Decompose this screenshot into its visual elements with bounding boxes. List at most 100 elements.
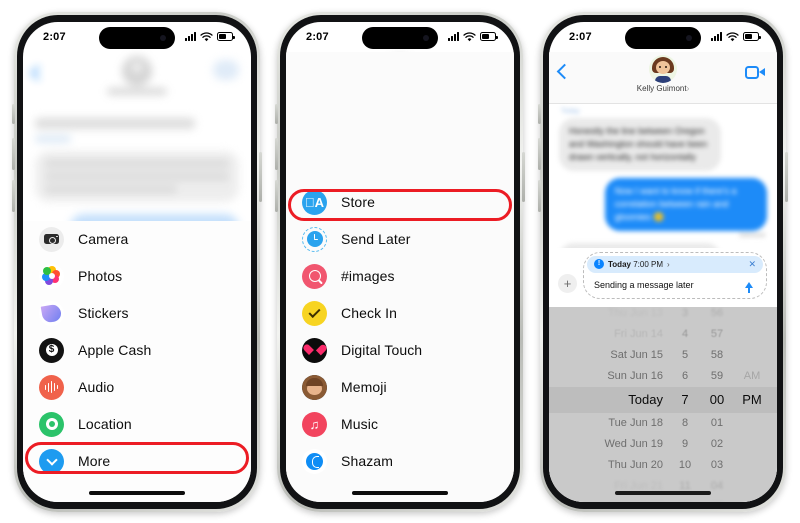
- silent-switch[interactable]: [12, 103, 15, 124]
- chevron-right-icon: ›: [686, 83, 690, 93]
- plus-icon[interactable]: +: [558, 273, 577, 293]
- status-indicators: [185, 31, 235, 42]
- picker-row[interactable]: Sat Jun 15 5 58: [549, 345, 777, 366]
- music-note-icon: ♫: [302, 411, 327, 437]
- power-button[interactable]: [522, 151, 525, 202]
- compose-input-row[interactable]: Sending a message later: [587, 273, 763, 295]
- menu-item-check-in[interactable]: Check In: [286, 295, 514, 332]
- status-indicators: [711, 31, 761, 42]
- menu-item-location[interactable]: Location: [23, 406, 251, 443]
- picker-row[interactable]: Wed Jun 19 9 02: [549, 434, 777, 455]
- menu-item-audio[interactable]: Audio: [23, 369, 251, 406]
- volume-down-button[interactable]: [12, 179, 15, 212]
- avatar[interactable]: [649, 54, 677, 83]
- menu-item-send-later[interactable]: Send Later: [286, 221, 514, 258]
- compose-input[interactable]: Sending a message later: [594, 280, 694, 290]
- status-bar: 2:07: [549, 22, 777, 52]
- compose-field[interactable]: Today 7:00 PM › ✕ Sending a message late…: [583, 251, 767, 299]
- picker-hour: 10: [678, 459, 692, 471]
- dynamic-island: [99, 26, 175, 49]
- picker-hour: 5: [681, 349, 689, 361]
- menu-item-digital-touch[interactable]: Digital Touch: [286, 332, 514, 369]
- phone-1-bezel: 2:07 Camera Photos Stickers $ Apple Cash…: [17, 14, 257, 509]
- message-bubble-incoming[interactable]: Honestly the line between Oregon and Was…: [559, 117, 722, 171]
- send-later-clock-icon: [302, 226, 327, 252]
- silent-switch[interactable]: [538, 103, 541, 124]
- phone-2-bezel: 2:07 A Store Send Later #images Check In…: [280, 14, 520, 509]
- menu-item-more[interactable]: More: [23, 443, 251, 480]
- stickers-icon: [39, 300, 64, 326]
- picker-row[interactable]: Sun Jun 16 6 59 AM: [549, 366, 777, 387]
- menu-item-memoji[interactable]: Memoji: [286, 369, 514, 406]
- phone-2-screen: 2:07 A Store Send Later #images Check In…: [286, 21, 514, 502]
- contact-name[interactable]: Kelly Guimont›: [637, 84, 689, 93]
- back-chevron-icon[interactable]: [556, 63, 573, 79]
- front-camera-icon: [160, 34, 166, 41]
- send-later-time: 7:00 PM: [633, 259, 663, 269]
- read-receipt: Delivered: [739, 232, 765, 239]
- picker-minute: 58: [710, 349, 724, 361]
- menu-item-store[interactable]: A Store: [286, 184, 514, 221]
- wifi-icon: [463, 31, 476, 41]
- send-later-badge-icon: [594, 259, 604, 269]
- more-apps-menu-sheet: A Store Send Later #images Check In: [286, 51, 514, 502]
- menu-item-stickers[interactable]: Stickers: [23, 295, 251, 332]
- power-button[interactable]: [785, 151, 788, 202]
- home-indicator[interactable]: [89, 490, 185, 495]
- home-indicator[interactable]: [352, 490, 448, 495]
- menu-item-label: #images: [341, 268, 395, 284]
- picker-minute: 05: [701, 501, 733, 502]
- picker-minute: 59: [710, 370, 724, 382]
- silent-switch[interactable]: [275, 103, 278, 124]
- app-store-icon: A: [302, 189, 327, 215]
- status-bar: 2:07: [23, 22, 251, 52]
- volume-down-button[interactable]: [275, 179, 278, 212]
- date-time-picker[interactable]: Wed Jun 12 2 55 Thu Jun 13 3 56: [549, 286, 777, 502]
- location-icon: [39, 411, 64, 437]
- picker-hour: 4: [681, 328, 689, 340]
- picker-row-selected[interactable]: Today 7 00 PM: [549, 386, 777, 413]
- close-icon[interactable]: ✕: [748, 259, 756, 270]
- menu-item-photos[interactable]: Photos: [23, 258, 251, 295]
- picker-hour: 9: [681, 438, 689, 450]
- menu-item-music[interactable]: ♫ Music: [286, 406, 514, 443]
- menu-item-images[interactable]: #images: [286, 258, 514, 295]
- picker-day: Tue Jun 18: [608, 417, 663, 429]
- volume-down-button[interactable]: [538, 179, 541, 212]
- status-bar: 2:07: [286, 22, 514, 52]
- send-later-badge[interactable]: Today 7:00 PM › ✕: [587, 255, 763, 273]
- menu-item-label: Apple Cash: [78, 342, 152, 358]
- signal-bars-icon: [711, 32, 722, 41]
- conversation-view: Kelly Guimont› Today Honestly the line b…: [549, 51, 777, 502]
- volume-up-button[interactable]: [538, 137, 541, 170]
- shazam-icon: [302, 448, 327, 474]
- menu-item-camera[interactable]: Camera: [23, 221, 251, 258]
- message-bubble-outgoing[interactable]: Now I want to know if there's a correlat…: [604, 177, 767, 231]
- facetime-video-icon[interactable]: [745, 65, 765, 79]
- picker-row[interactable]: Fri Jun 14 4 57: [549, 324, 777, 345]
- picker-rows: Wed Jun 12 2 55 Thu Jun 13 3 56: [549, 282, 777, 502]
- phone-3-screen: 2:07 Kelly Guimont› Today Honestly the l…: [549, 21, 777, 502]
- wifi-icon: [726, 31, 739, 41]
- contact-name-text: Kelly Guimont: [636, 83, 687, 93]
- menu-item-label: Send Later: [341, 231, 411, 247]
- menu-item-label: Camera: [78, 231, 129, 247]
- volume-up-button[interactable]: [12, 137, 15, 170]
- picker-minute: 00: [709, 392, 725, 407]
- picker-row[interactable]: Tue Jun 18 8 01: [549, 413, 777, 434]
- blurred-nav: [23, 52, 251, 114]
- contact-name-placeholder: [107, 87, 167, 95]
- attachment-menu-sheet: Camera Photos Stickers $ Apple Cash Audi…: [23, 220, 251, 502]
- picker-row[interactable]: Sat Jun 22 12 05: [549, 497, 777, 502]
- apple-cash-icon: [39, 337, 64, 363]
- home-indicator[interactable]: [615, 490, 711, 495]
- front-camera-icon: [423, 34, 429, 41]
- signal-bars-icon: [448, 32, 459, 41]
- menu-item-apple-cash[interactable]: Apple Cash: [23, 332, 251, 369]
- picker-period: AM: [743, 370, 761, 382]
- send-arrow-up-icon[interactable]: [742, 278, 756, 293]
- volume-up-button[interactable]: [275, 137, 278, 170]
- menu-item-shazam[interactable]: Shazam: [286, 443, 514, 480]
- picker-row[interactable]: Thu Jun 20 10 03: [549, 455, 777, 476]
- power-button[interactable]: [259, 151, 262, 202]
